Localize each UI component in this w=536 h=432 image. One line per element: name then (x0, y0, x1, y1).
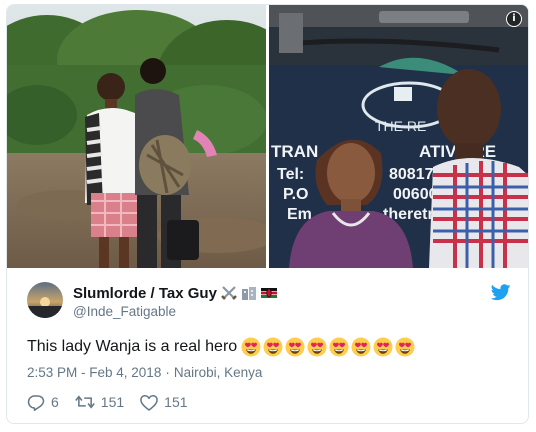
crossed-swords-icon (221, 286, 237, 300)
display-name-row: Slumlorde / Tax Guy (73, 284, 277, 302)
retweet-button[interactable]: 151 (74, 393, 125, 411)
media-photo-right[interactable]: THE RE TRAN ATIVE RE Tel: 8081739 P.O 00… (269, 5, 528, 268)
reply-count: 6 (51, 394, 59, 410)
retweet-icon (74, 395, 95, 409)
like-button[interactable]: 151 (140, 394, 188, 411)
meta-separator: · (165, 365, 170, 380)
reply-icon (27, 395, 45, 411)
tweet-media[interactable]: THE RE TRAN ATIVE RE Tel: 8081739 P.O 00… (7, 5, 528, 268)
avatar-image (27, 282, 63, 318)
tweet-meta: 2:53 PM - Feb 4, 2018 · Nairobi, Kenya (27, 365, 262, 380)
heart-eyes-emoji-icon (329, 337, 349, 357)
info-icon[interactable]: i (506, 11, 522, 27)
heart-eyes-emoji-icon (351, 337, 371, 357)
heart-eyes-emoji-icon (373, 337, 393, 357)
sign-line-postcode: 00600 (393, 186, 438, 203)
location[interactable]: Nairobi, Kenya (174, 365, 263, 380)
heart-eyes-emoji-group (241, 337, 417, 357)
tweet-actions: 6 151 151 (27, 393, 204, 411)
twitter-bird-icon[interactable] (491, 284, 511, 301)
heart-eyes-emoji-icon (307, 337, 327, 357)
sign-line-tran: TRAN (271, 142, 318, 161)
handle[interactable]: @Inde_Fatigable (73, 304, 277, 319)
photo-right-image: THE RE TRAN ATIVE RE Tel: 8081739 P.O 00… (269, 5, 528, 268)
author-names: Slumlorde / Tax Guy @Inde_Fatigable (73, 284, 277, 319)
reply-button[interactable]: 6 (27, 393, 59, 411)
heart-icon (140, 394, 158, 411)
heart-eyes-emoji-icon (395, 337, 415, 357)
like-count: 151 (164, 394, 188, 410)
tweet-card[interactable]: THE RE TRAN ATIVE RE Tel: 8081739 P.O 00… (6, 4, 529, 424)
heart-eyes-emoji-icon (241, 337, 261, 357)
retweet-count: 151 (100, 394, 125, 410)
heart-eyes-emoji-icon (263, 337, 283, 357)
photo-left-image (7, 5, 266, 268)
tweet-text-content: This lady Wanja is a real hero (27, 338, 238, 355)
sign-line-tel: Tel: (277, 166, 304, 183)
sign-line-the-re: THE RE (375, 118, 426, 134)
media-photo-left[interactable] (7, 5, 266, 268)
heart-eyes-emoji-icon (285, 337, 305, 357)
tweet-header: Slumlorde / Tax Guy @Inde_Fatigable (27, 282, 511, 322)
cityscape-icon (241, 287, 256, 300)
timestamp[interactable]: 2:53 PM - Feb 4, 2018 (27, 365, 161, 380)
avatar[interactable] (27, 282, 63, 318)
kenya-flag-icon (260, 288, 277, 298)
display-name[interactable]: Slumlorde / Tax Guy (73, 285, 217, 302)
sign-line-po: P.O (283, 186, 309, 203)
tweet-text: This lady Wanja is a real hero (27, 337, 417, 357)
